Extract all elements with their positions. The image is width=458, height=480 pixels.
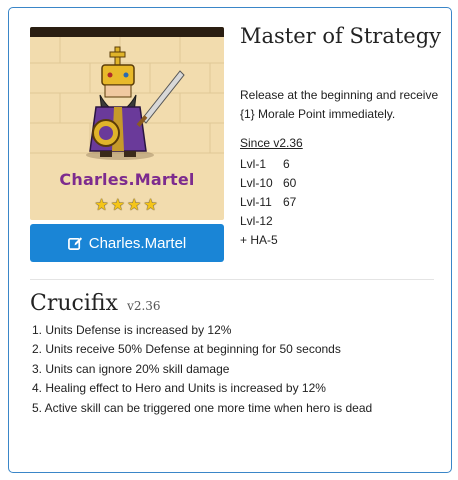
star-rating: ★★★★ xyxy=(94,197,160,214)
skill-description: Release at the beginning and receive {1}… xyxy=(240,88,439,121)
skill-title: Master of Strategy xyxy=(240,24,442,48)
hero-name-caption: Charles.Martel xyxy=(59,170,195,189)
level-label: Lvl-10 xyxy=(240,176,273,190)
level-row: Lvl-10 60 xyxy=(240,174,296,193)
level-label: Lvl-1 xyxy=(240,157,267,171)
level-value: 67 xyxy=(283,195,297,209)
level-value: 60 xyxy=(283,176,297,190)
hero-portrait: Charles.Martel ★★★★ xyxy=(30,27,224,220)
talent-version: v2.36 xyxy=(127,299,161,313)
level-label: Lvl-12 xyxy=(240,214,273,228)
list-item: 4. Healing effect to Hero and Units is i… xyxy=(32,381,326,396)
level-value: 6 xyxy=(283,157,290,171)
talent-effects-list: 1. Units Defense is increased by 12% 2. … xyxy=(32,321,372,418)
level-row: Lvl-12 xyxy=(240,212,296,231)
list-item: 5. Active skill can be triggered one mor… xyxy=(32,400,373,415)
since-version-link[interactable]: Since v2.36 xyxy=(240,136,303,150)
talent-name: Crucifix xyxy=(30,291,118,316)
skill-levels: Lvl-1 6 Lvl-10 60 Lvl-11 67 Lvl-12 + HA-… xyxy=(240,155,296,250)
hero-button-label: Charles.Martel xyxy=(88,234,187,252)
level-label: + HA-5 xyxy=(240,233,278,247)
edit-icon xyxy=(67,236,83,251)
level-label: Lvl-11 xyxy=(240,195,272,209)
level-row: Lvl-1 6 xyxy=(240,155,296,174)
level-row: + HA-5 xyxy=(240,231,296,250)
list-item: 3. Units can ignore 20% skill damage xyxy=(32,361,230,376)
list-item: 2. Units receive 50% Defense at beginnin… xyxy=(32,342,341,357)
level-row: Lvl-11 67 xyxy=(240,193,296,212)
list-item: 1. Units Defense is increased by 12% xyxy=(32,323,232,337)
hero-illustration xyxy=(30,27,224,160)
section-divider xyxy=(30,279,434,280)
talent-heading: Crucifix v2.36 xyxy=(30,291,161,316)
hero-link-button[interactable]: Charles.Martel xyxy=(30,224,224,262)
hero-skill-card: Charles.Martel ★★★★ Charles.Martel Maste… xyxy=(8,7,452,473)
